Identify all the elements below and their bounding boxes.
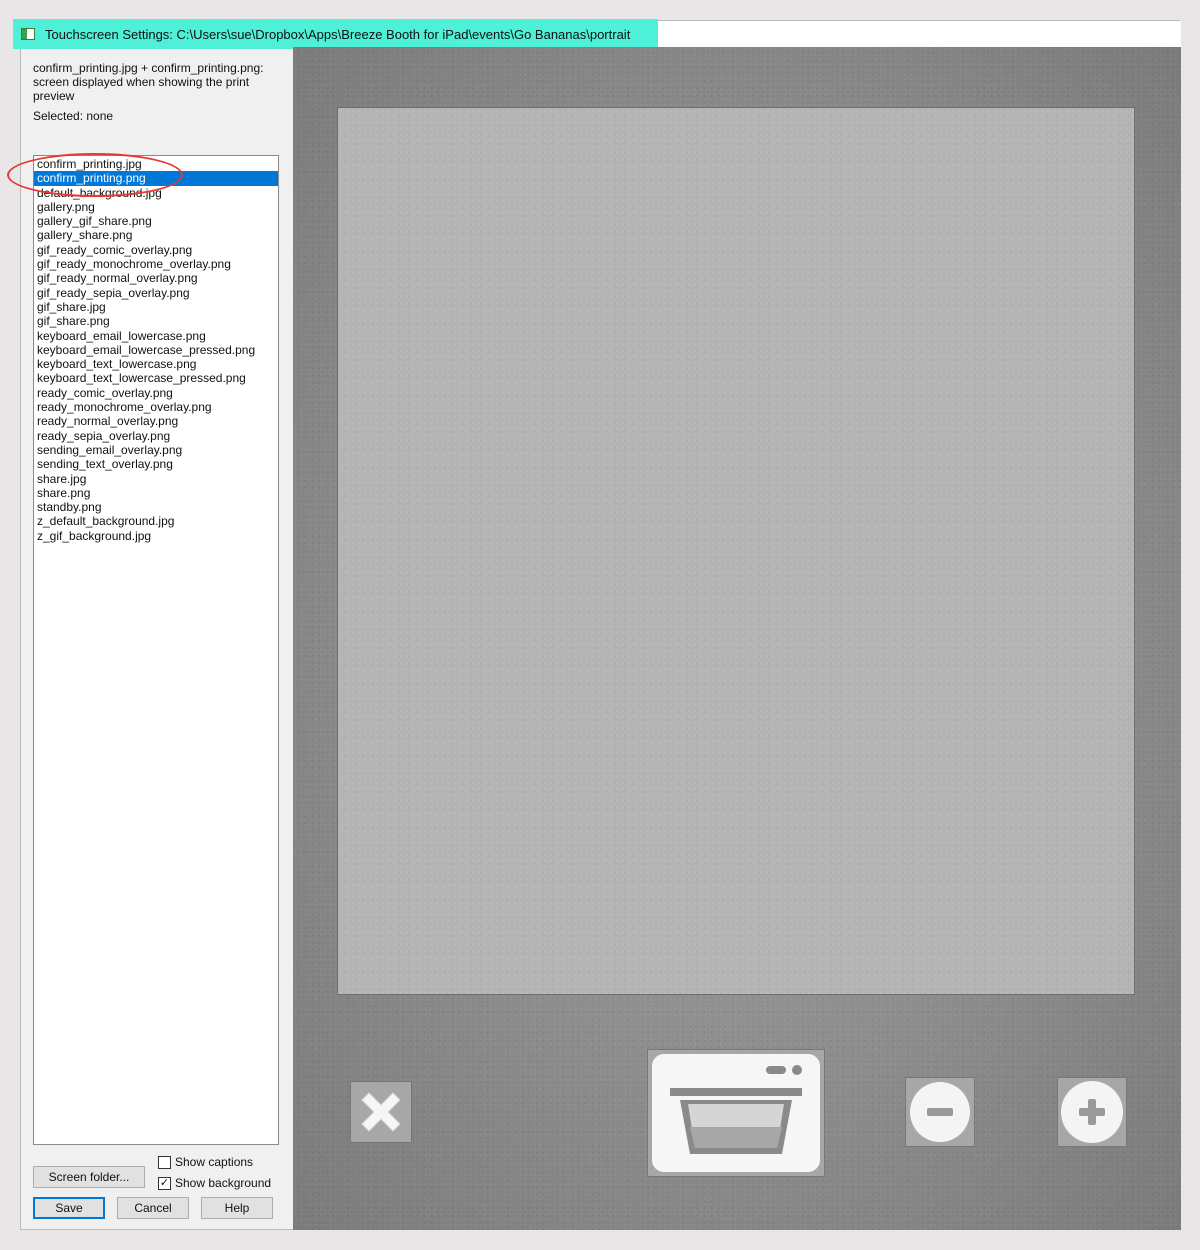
print-preview-area <box>337 107 1135 995</box>
file-list-item[interactable]: keyboard_email_lowercase_pressed.png <box>34 343 278 357</box>
file-list-item[interactable]: z_gif_background.jpg <box>34 529 278 543</box>
file-list-item[interactable]: keyboard_text_lowercase_pressed.png <box>34 371 278 385</box>
zoom-in-button[interactable] <box>1057 1077 1127 1147</box>
file-list-item[interactable]: confirm_printing.jpg <box>34 157 278 171</box>
file-list-item[interactable]: ready_comic_overlay.png <box>34 386 278 400</box>
show-captions-label: Show captions <box>175 1155 254 1169</box>
file-list-item[interactable]: gif_ready_sepia_overlay.png <box>34 286 278 300</box>
window-title: Touchscreen Settings: C:\Users\sue\Dropb… <box>45 26 631 42</box>
file-list-item[interactable]: sending_email_overlay.png <box>34 443 278 457</box>
selected-status: Selected: none <box>33 109 114 123</box>
file-list-item[interactable]: ready_sepia_overlay.png <box>34 429 278 443</box>
file-list-item[interactable]: sending_text_overlay.png <box>34 457 278 471</box>
close-x-icon <box>361 1092 401 1132</box>
screen-preview <box>293 47 1181 1230</box>
file-list-item[interactable]: share.jpg <box>34 472 278 486</box>
file-list-item[interactable]: gif_ready_monochrome_overlay.png <box>34 257 278 271</box>
file-list-item[interactable]: gallery_share.png <box>34 228 278 242</box>
show-background-checkbox[interactable]: ✓ Show background <box>158 1176 271 1190</box>
screen-description: confirm_printing.jpg + confirm_printing.… <box>33 61 264 103</box>
file-list-item[interactable]: gallery_gif_share.png <box>34 214 278 228</box>
show-background-box[interactable]: ✓ <box>158 1176 171 1190</box>
cancel-print-button[interactable] <box>350 1081 412 1143</box>
screen-file-list[interactable]: confirm_printing.jpg confirm_printing.png… <box>33 155 279 1145</box>
file-list-item[interactable]: keyboard_email_lowercase.png <box>34 329 278 343</box>
titlebar[interactable]: Touchscreen Settings: C:\Users\sue\Dropb… <box>13 19 658 49</box>
file-list-item[interactable]: gif_share.png <box>34 314 278 328</box>
file-list-item[interactable]: standby.png <box>34 500 278 514</box>
file-list-item[interactable]: share.png <box>34 486 278 500</box>
show-captions-box[interactable] <box>158 1155 171 1169</box>
file-list-item[interactable]: keyboard_text_lowercase.png <box>34 357 278 371</box>
minus-icon <box>910 1082 970 1142</box>
file-list-item[interactable]: confirm_printing.png <box>34 171 278 186</box>
help-button[interactable]: Help <box>201 1197 273 1219</box>
file-list-item[interactable]: ready_normal_overlay.png <box>34 414 278 428</box>
show-background-label: Show background <box>175 1176 272 1190</box>
printer-icon <box>652 1054 820 1172</box>
zoom-out-button[interactable] <box>905 1077 975 1147</box>
file-list-item[interactable]: default_background.jpg <box>34 186 278 200</box>
print-button[interactable] <box>647 1049 825 1177</box>
touchscreen-settings-window: Touchscreen Settings: C:\Users\sue\Dropb… <box>7 19 1181 1230</box>
file-list-item[interactable]: z_default_background.jpg <box>34 514 278 528</box>
file-list-item[interactable]: gallery.png <box>34 200 278 214</box>
file-list-item[interactable]: ready_monochrome_overlay.png <box>34 400 278 414</box>
file-list-item[interactable]: gif_ready_normal_overlay.png <box>34 271 278 285</box>
cancel-button[interactable]: Cancel <box>117 1197 189 1219</box>
left-panel: confirm_printing.jpg + confirm_printing.… <box>7 49 293 1229</box>
save-button[interactable]: Save <box>33 1197 105 1219</box>
show-captions-checkbox[interactable]: Show captions <box>158 1155 253 1169</box>
app-icon <box>21 28 35 40</box>
file-list-item[interactable]: gif_ready_comic_overlay.png <box>34 243 278 257</box>
screen-folder-button[interactable]: Screen folder... <box>33 1166 145 1188</box>
file-list-item[interactable]: gif_share.jpg <box>34 300 278 314</box>
plus-icon <box>1061 1081 1123 1143</box>
